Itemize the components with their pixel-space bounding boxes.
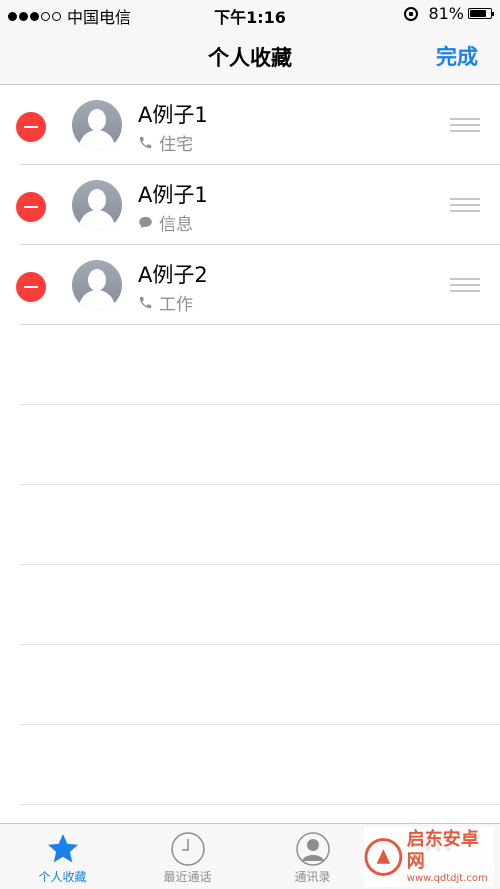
list-item[interactable]: A例子2 工作 bbox=[16, 245, 500, 325]
phone-icon bbox=[139, 136, 152, 149]
empty-row-divider bbox=[20, 325, 500, 405]
tab-label: 最近通话 bbox=[163, 870, 212, 884]
avatar bbox=[72, 100, 122, 150]
favorites-list: A例子1 住宅 A例子1 信息 A例子2 工作 bbox=[0, 85, 500, 325]
phone-icon bbox=[139, 296, 152, 309]
clock-icon bbox=[170, 832, 205, 866]
empty-row-divider bbox=[20, 565, 500, 645]
watermark-url: www.qdtdjt.com bbox=[406, 873, 488, 884]
navigation-bar: 个人收藏 完成 bbox=[0, 30, 500, 85]
battery-icon bbox=[468, 8, 494, 19]
message-icon bbox=[139, 216, 152, 229]
tab-favorites[interactable]: 个人收藏 bbox=[0, 824, 125, 889]
empty-row-divider bbox=[20, 725, 500, 805]
reorder-handle-icon[interactable] bbox=[450, 198, 480, 212]
contact-type: 工作 bbox=[138, 290, 193, 315]
battery-fill bbox=[470, 10, 487, 17]
watermark-logo-icon bbox=[364, 838, 403, 876]
list-item[interactable]: A例子1 住宅 bbox=[16, 85, 500, 165]
list-item[interactable]: A例子1 信息 bbox=[16, 165, 500, 245]
contact-type: 信息 bbox=[138, 210, 193, 235]
reorder-handle-icon[interactable] bbox=[450, 118, 480, 132]
delete-button[interactable] bbox=[16, 112, 46, 142]
contact-type: 住宅 bbox=[138, 130, 193, 155]
contact-name: A例子1 bbox=[138, 183, 208, 207]
page-title: 个人收藏 bbox=[208, 46, 292, 70]
watermark-name: 启东安卓网 bbox=[406, 829, 479, 872]
contact-type-label: 信息 bbox=[159, 215, 193, 235]
empty-list-area bbox=[20, 325, 500, 805]
empty-row-divider bbox=[20, 405, 500, 485]
rotation-lock-icon bbox=[404, 6, 419, 21]
empty-row-divider bbox=[20, 645, 500, 725]
reorder-handle-icon[interactable] bbox=[450, 278, 480, 292]
favorites-screen: 中国电信 下午1:16 81% 个人收藏 完成 A例子1 住宅 A例子1 信息 … bbox=[0, 0, 500, 889]
contact-type-label: 住宅 bbox=[159, 135, 193, 155]
avatar bbox=[72, 180, 122, 230]
battery-percent: 81% bbox=[428, 4, 464, 23]
tab-label: 通讯录 bbox=[294, 870, 331, 884]
empty-row-divider bbox=[20, 485, 500, 565]
delete-button[interactable] bbox=[16, 272, 46, 302]
contact-name: A例子1 bbox=[138, 103, 208, 127]
tab-recents[interactable]: 最近通话 bbox=[125, 824, 250, 889]
contact-name: A例子2 bbox=[138, 263, 208, 287]
contacts-icon bbox=[295, 832, 330, 866]
delete-button[interactable] bbox=[16, 192, 46, 222]
avatar bbox=[72, 260, 122, 310]
contact-type-label: 工作 bbox=[159, 295, 193, 315]
watermark: 启东安卓网 www.qdtdjt.com bbox=[364, 827, 494, 887]
status-bar: 中国电信 下午1:16 81% bbox=[0, 0, 500, 30]
tab-label: 个人收藏 bbox=[38, 870, 87, 884]
done-button[interactable]: 完成 bbox=[436, 41, 478, 71]
tab-contacts[interactable]: 通讯录 bbox=[250, 824, 375, 889]
star-icon bbox=[47, 834, 78, 863]
status-right: 81% bbox=[404, 4, 494, 23]
